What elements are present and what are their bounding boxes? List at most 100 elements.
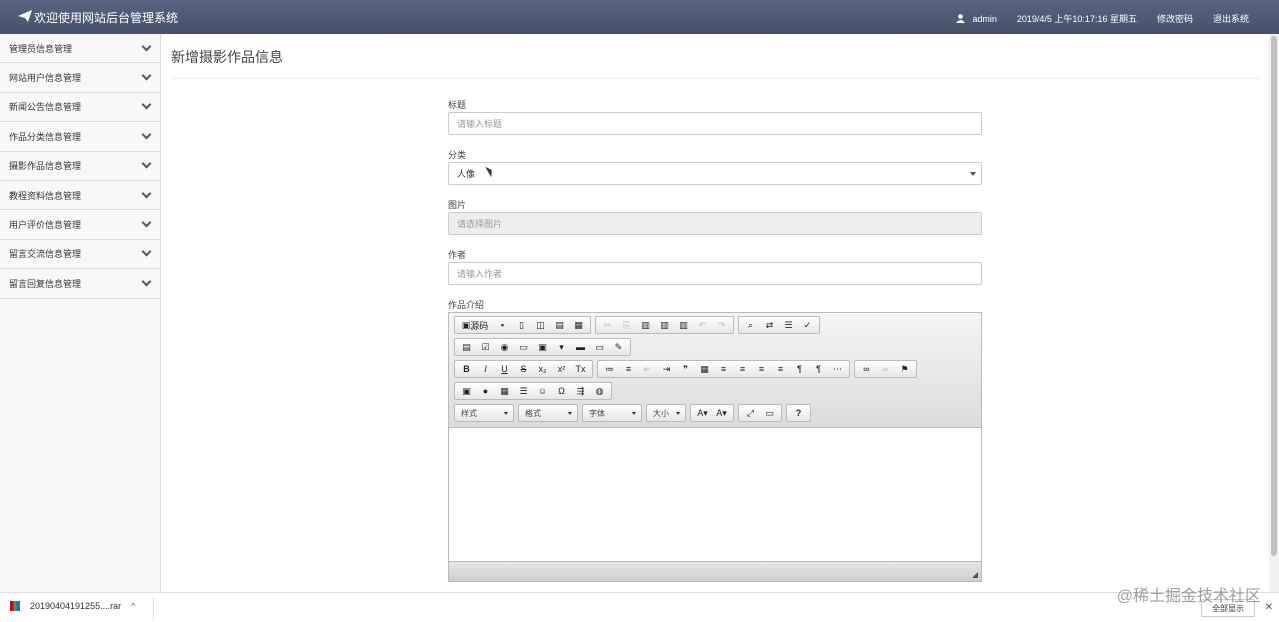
show-blocks-icon[interactable]: ▭ — [760, 405, 779, 421]
close-icon[interactable]: ✕ — [1265, 602, 1273, 613]
paste-word-icon[interactable]: ▥ — [674, 317, 693, 333]
bulleted-list-icon[interactable]: ≡ — [619, 361, 638, 377]
outdent-icon[interactable]: ⇤ — [638, 361, 657, 377]
save-icon[interactable]: ▪ — [493, 317, 512, 333]
print-icon[interactable]: ▤ — [550, 317, 569, 333]
sidebar-item-messages[interactable]: 留言交流信息管理 — [0, 239, 160, 270]
sidebar-item-label: 教程资料信息管理 — [9, 190, 82, 201]
format-combo[interactable]: 格式 — [518, 404, 578, 422]
preview-icon[interactable]: ◫ — [531, 317, 550, 333]
sidebar-item-replies[interactable]: 留言回复信息管理 — [0, 269, 160, 299]
horizontal-rule-icon[interactable]: ☰ — [514, 383, 533, 399]
main-content: 新增摄影作品信息 标题 请输入标题 分类 人像 图片 请选择图片 作者 请输入作… — [161, 34, 1269, 592]
chevron-up-icon[interactable]: ^ — [131, 601, 135, 611]
cut-icon[interactable]: ✂ — [598, 317, 617, 333]
username[interactable]: admin — [972, 14, 997, 24]
form-icon[interactable]: ▤ — [457, 339, 476, 355]
sidebar-item-reviews[interactable]: 用户评价信息管理 — [0, 210, 160, 240]
undo-icon[interactable]: ↶ — [693, 317, 712, 333]
spellcheck-icon[interactable]: ✓ — [798, 317, 817, 333]
align-left-icon[interactable]: ≡ — [714, 361, 733, 377]
replace-icon[interactable]: ⇄ — [760, 317, 779, 333]
editor-content-area[interactable] — [449, 428, 981, 561]
div-icon[interactable]: ▦ — [695, 361, 714, 377]
sidebar-item-label: 留言交流信息管理 — [9, 249, 82, 260]
category-select[interactable]: 人像 — [448, 162, 982, 185]
italic-icon[interactable]: I — [476, 361, 495, 377]
help-icon[interactable]: ? — [789, 405, 808, 421]
strike-icon[interactable]: S — [514, 361, 533, 377]
sidebar-item-tutorials[interactable]: 教程资料信息管理 — [0, 180, 160, 211]
page-break-icon[interactable]: ⇶ — [571, 383, 590, 399]
author-input[interactable]: 请输入作者 — [448, 262, 982, 285]
copy-icon[interactable]: ⎘ — [617, 317, 636, 333]
change-password-link[interactable]: 修改密码 — [1157, 12, 1193, 25]
paste-icon[interactable]: ▥ — [636, 317, 655, 333]
table-icon[interactable]: ▦ — [495, 383, 514, 399]
button-field-icon[interactable]: ▬ — [571, 339, 590, 355]
author-label: 作者 — [448, 250, 467, 260]
link-icon[interactable]: ∞ — [857, 361, 876, 377]
find-icon[interactable]: ⌕ — [741, 317, 760, 333]
numbered-list-icon[interactable]: ≔ — [600, 361, 619, 377]
align-right-icon[interactable]: ≡ — [752, 361, 771, 377]
align-center-icon[interactable]: ≡ — [733, 361, 752, 377]
smiley-icon[interactable]: ☺ — [533, 383, 552, 399]
ltr-icon[interactable]: ¶ — [790, 361, 809, 377]
sidebar-item-admin[interactable]: 管理员信息管理 — [0, 34, 160, 64]
page-scrollbar[interactable] — [1269, 34, 1279, 592]
title-input[interactable]: 请输入标题 — [448, 112, 982, 135]
anchor-flag-icon[interactable]: ⚑ — [895, 361, 914, 377]
image-icon[interactable]: ▣ — [457, 383, 476, 399]
templates-icon[interactable]: ▦ — [569, 317, 588, 333]
superscript-icon[interactable]: x² — [552, 361, 571, 377]
rtl-icon[interactable]: ¶ — [809, 361, 828, 377]
sidebar-item-news[interactable]: 新闻公告信息管理 — [0, 92, 160, 123]
text-color-icon[interactable]: A▾ — [693, 405, 712, 421]
editor-toolbar: ▣ 源码 ▪ ▯ ◫ ▤ ▦ ✂ ⎘ ▥ ▥ ▥ ↶ ↷ ⌕ ⇄ ☰ ✓ ▤ ☑… — [449, 313, 981, 428]
maximize-icon[interactable]: ⤢ — [741, 405, 760, 421]
download-item[interactable]: 20190404191255....rar ^ — [10, 601, 135, 611]
redo-icon[interactable]: ↷ — [712, 317, 731, 333]
new-page-icon[interactable]: ▯ — [512, 317, 531, 333]
sidebar-item-photos[interactable]: 摄影作品信息管理 — [0, 151, 160, 181]
sidebar-item-label: 管理员信息管理 — [9, 43, 73, 54]
size-combo[interactable]: 大小 — [646, 404, 686, 422]
style-combo-label: 样式 — [461, 408, 477, 418]
scrollbar-thumb[interactable] — [1271, 36, 1277, 556]
select-all-icon[interactable]: ☰ — [779, 317, 798, 333]
chevron-down-icon — [141, 100, 152, 110]
radio-icon[interactable]: ◉ — [495, 339, 514, 355]
language-icon[interactable]: ⋯ — [828, 361, 847, 377]
checkbox-icon[interactable]: ☑ — [476, 339, 495, 355]
intro-label: 作品介绍 — [448, 300, 485, 310]
justify-icon[interactable]: ≡ — [771, 361, 790, 377]
bold-icon[interactable]: B — [457, 361, 476, 377]
indent-icon[interactable]: ⇥ — [657, 361, 676, 377]
iframe-icon[interactable]: ◍ — [590, 383, 609, 399]
bg-color-icon[interactable]: A▾ — [712, 405, 731, 421]
remove-format-icon[interactable]: Tx — [571, 361, 590, 377]
textfield-icon[interactable]: ▭ — [514, 339, 533, 355]
app-title-text: 欢迎使用网站后台管理系统 — [34, 11, 179, 25]
unlink-icon[interactable]: ∞ — [876, 361, 895, 377]
sidebar-item-categories[interactable]: 作品分类信息管理 — [0, 122, 160, 152]
hidden-field-icon[interactable]: ✎ — [609, 339, 628, 355]
special-char-icon[interactable]: Ω — [552, 383, 571, 399]
blockquote-icon[interactable]: ❞ — [676, 361, 695, 377]
logout-link[interactable]: 退出系统 — [1213, 12, 1249, 25]
image-button-icon[interactable]: ▭ — [590, 339, 609, 355]
paste-text-icon[interactable]: ▥ — [655, 317, 674, 333]
image-placeholder: 请选择图片 — [457, 219, 503, 229]
select-field-icon[interactable]: ▾ — [552, 339, 571, 355]
font-combo[interactable]: 字体 — [582, 404, 642, 422]
underline-icon[interactable]: U — [495, 361, 514, 377]
subscript-icon[interactable]: x₂ — [533, 361, 552, 377]
source-button[interactable]: ▣ 源码 — [457, 317, 493, 333]
sidebar-item-site-users[interactable]: 网站用户信息管理 — [0, 63, 160, 93]
resize-grip-icon[interactable] — [972, 572, 978, 578]
flash-icon[interactable]: ● — [476, 383, 495, 399]
textarea-icon[interactable]: ▣ — [533, 339, 552, 355]
style-combo[interactable]: 样式 — [454, 404, 514, 422]
image-input[interactable]: 请选择图片 — [448, 212, 982, 235]
